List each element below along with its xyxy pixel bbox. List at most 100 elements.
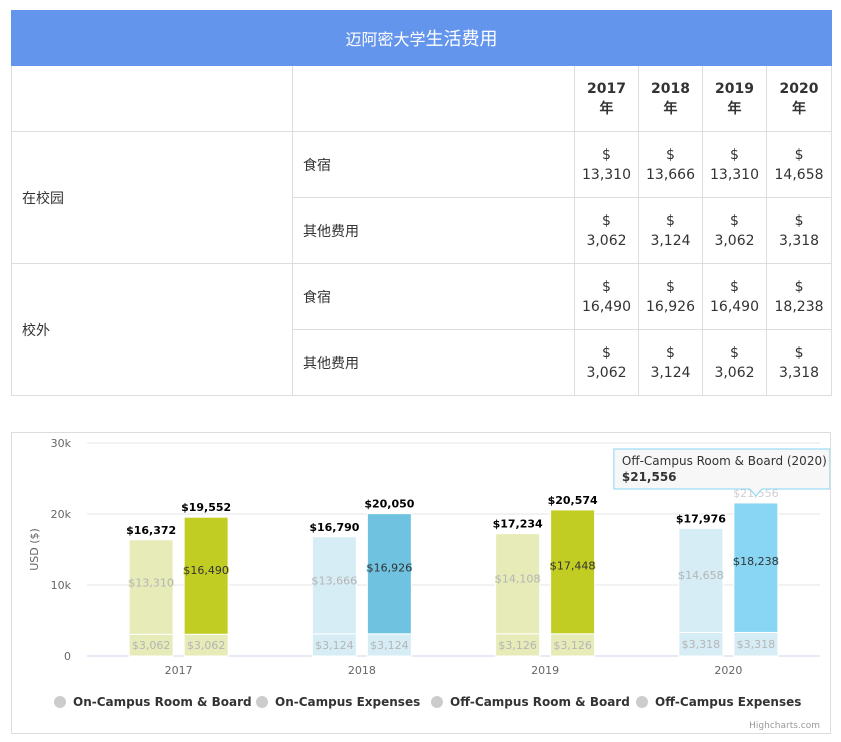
year-number: 2018 [651,80,690,97]
header-year-2020: 2020 年 [765,65,833,132]
currency-symbol: $ [666,278,675,295]
stack-total-label: $20,050 [364,498,414,511]
group-label-on-campus: 在校园 [11,131,293,264]
year-number: 2019 [715,80,754,97]
cell-amount: 18,238 [774,298,824,315]
header-year-2018: 2018 年 [638,65,703,132]
stack-total-label: $20,574 [548,494,598,507]
currency-symbol: $ [730,146,739,163]
stack-total-label: $17,976 [676,512,726,525]
cell-amount: 13,310 [582,166,631,183]
y-tick-label: 30k [51,437,72,450]
table-cell: $18,238 [765,263,833,330]
cost-chart: 0 10k 20k 30k USD ($) 2017 $3,062 $13,310 $16,37… [11,432,831,734]
data-label: $13,666 [312,574,358,587]
currency-symbol: $ [794,146,804,163]
cell-amount: 3,062 [714,364,755,381]
cell-amount: 16,926 [646,298,695,315]
cell-amount: 3,318 [778,364,820,381]
currency-symbol: $ [602,146,611,163]
table-cell: $3,318 [765,329,833,396]
header-year-2019: 2019 年 [702,65,767,132]
group-label-off-campus: 校外 [11,263,293,396]
currency-symbol: $ [794,278,804,295]
table-cell: $13,310 [574,131,639,198]
data-label: $17,448 [550,560,596,573]
y-axis-title: USD ($) [28,528,41,571]
currency-symbol: $ [730,212,739,229]
row-label: 其他费用 [292,329,575,396]
data-label: $13,310 [128,576,174,589]
data-label: $3,062 [187,639,226,652]
table-cell: $3,062 [702,329,767,396]
cell-amount: 3,062 [586,232,627,249]
legend-item: On-Campus Expenses [275,695,420,709]
table-cell: $16,490 [574,263,639,330]
row-label: 其他费用 [292,197,575,264]
cell-amount: 13,666 [646,166,695,183]
legend-marker [256,696,268,708]
data-label: $3,126 [498,639,537,652]
cost-table: 迈阿密大学生活费用 2017 年 2018 年 2019 年 2020 年 在校园 食宿… [10,10,833,396]
cell-amount: 3,318 [778,232,820,249]
row-label: 食宿 [292,263,575,330]
table-cell: $3,062 [702,197,767,264]
x-tick-label: 2017 [165,664,193,677]
legend-item: On-Campus Room & Board [73,695,252,709]
currency-symbol: $ [666,344,675,361]
data-label: $3,318 [737,638,776,651]
table-header-row: 2017 年 2018 年 2019 年 2020 年 [11,65,833,132]
cell-amount: 13,310 [710,166,759,183]
currency-symbol: $ [794,212,804,229]
stack-total-label: $17,234 [493,518,543,531]
year-unit: 年 [599,100,614,117]
year-number: 2020 [779,80,819,97]
data-label: $16,490 [183,564,229,577]
currency-symbol: $ [730,344,739,361]
credits-link: Highcharts.com [749,721,820,731]
data-label: $3,062 [132,639,171,652]
table-cell: $3,062 [574,197,639,264]
cell-amount: 16,490 [710,298,759,315]
table-title: 迈阿密大学生活费用 [10,10,833,66]
legend-item: Off-Campus Room & Board [450,695,630,709]
y-tick-label: 10k [51,579,72,592]
header-year-2017: 2017 年 [574,65,639,132]
data-label: $3,124 [315,639,354,652]
table-row: 在校园 食宿 $13,310 $13,666 $13,310 $14,658 [11,131,833,264]
cell-amount: 3,124 [650,364,691,381]
currency-symbol: $ [602,278,611,295]
cell-amount: 3,124 [650,232,691,249]
table-title-prefix: 迈阿密大学 [345,30,426,49]
table-cell: $3,124 [638,329,703,396]
year-unit: 年 [792,100,807,117]
y-tick-label: 0 [64,650,71,663]
chart-svg: 0 10k 20k 30k USD ($) 2017 $3,062 $13,310 $16,37… [28,437,830,731]
x-tick-label: 2019 [531,664,559,677]
data-label: $14,108 [495,573,541,586]
header-empty-1 [11,65,293,132]
table-cell: $16,490 [702,263,767,330]
stack-total-label: $16,372 [126,524,176,537]
tooltip-title: Off-Campus Room & Board (2020) [622,454,827,468]
table-cell: $13,310 [702,131,767,198]
y-tick-label: 20k [51,508,72,521]
cell-amount: 16,490 [582,298,631,315]
data-label: $16,926 [367,562,413,575]
currency-symbol: $ [794,344,804,361]
year-number: 2017 [587,80,626,97]
row-label: 食宿 [292,131,575,198]
header-empty-2 [292,65,575,132]
data-label: $3,126 [553,639,592,652]
table-cell: $13,666 [638,131,703,198]
currency-symbol: $ [666,212,675,229]
table-title-main: 生活费用 [425,29,498,50]
legend-marker [636,696,648,708]
stack-total-label: $19,552 [181,501,231,514]
table-cell: $16,926 [638,263,703,330]
table-cell: $3,124 [638,197,703,264]
data-label: $18,238 [733,555,779,568]
legend-marker [431,696,443,708]
data-label: $3,318 [682,638,721,651]
cell-amount: 3,062 [714,232,755,249]
